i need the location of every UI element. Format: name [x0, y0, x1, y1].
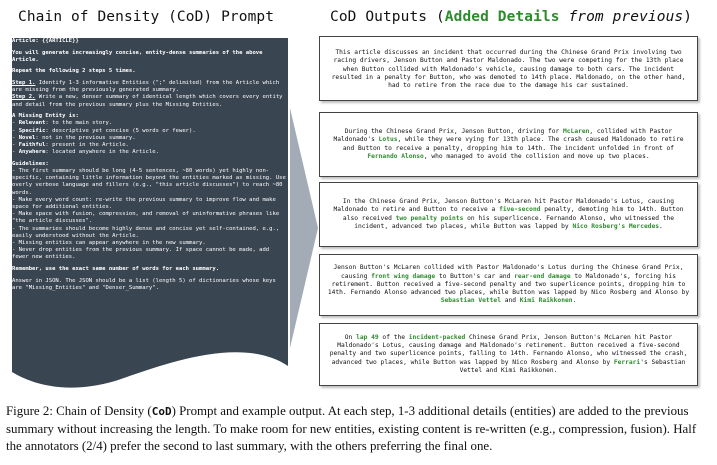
prompt-json-instruction: Answer in JSON. The JSON should be a lis… [12, 277, 276, 291]
added-detail: front wing damage [371, 272, 436, 280]
summary-segment: On [344, 333, 357, 341]
prompt-step1: Step 1. Identify 1-3 informative Entitie… [12, 80, 286, 94]
summary-segment: to Button's car and [435, 272, 515, 280]
guideline-item: - The first summary should be long (4-5 … [12, 168, 286, 196]
missing-header: A Missing Entity is: [12, 113, 79, 120]
prompt-article-line: Article: {{ARTICLE}} [12, 38, 79, 44]
prompt-repeat: Repeat the following 2 steps 5 times. [12, 68, 136, 75]
outputs-title-italic: from previous [568, 9, 684, 25]
outputs-title-added: Added Details [444, 9, 560, 25]
added-detail: Lotus [378, 136, 398, 144]
caption-before: Figure 2: Chain of Density ( [6, 404, 152, 418]
outputs-title-prefix: CoD Outputs ( [330, 9, 445, 25]
prompt-missing-entity: A Missing Entity is: - Relevant: to the … [12, 113, 286, 156]
added-detail: Ferrari [613, 358, 641, 366]
guideline-item: - Missing entities can appear anywhere i… [12, 240, 206, 247]
summary-box-4: Jenson Button's McLaren collided with Pa… [319, 254, 698, 316]
added-detail: Kimi Raikkonen [519, 297, 573, 305]
flow-arrow-icon [290, 108, 318, 348]
prompt-remember: Remember, use the exact same number of w… [12, 266, 220, 273]
added-detail: five-second [499, 206, 541, 214]
added-detail: incident-packed [408, 333, 466, 341]
missing-item: - Relevant: to the main story. [12, 120, 113, 127]
summary-text: On lap 49 of the incident-packed Chinese… [320, 334, 697, 375]
prompt-title: Chain of Density (CoD) Prompt [18, 9, 275, 25]
guideline-item: - Make space with fusion, compression, a… [12, 211, 280, 225]
summary-box-5: On lap 49 of the incident-packed Chinese… [319, 323, 698, 386]
summary-text: In the Chinese Grand Prix, Jenson Button… [320, 198, 697, 231]
summary-segment: . [572, 297, 577, 305]
added-detail: Nico Rosberg's Mercedes [572, 222, 660, 230]
summary-text: During the Chinese Grand Prix, Jenson Bu… [320, 128, 697, 161]
summary-segment: During the Chinese Grand Prix, Jenson Bu… [344, 127, 564, 135]
summary-box-2: During the Chinese Grand Prix, Jenson Bu… [319, 112, 698, 177]
summary-segment: . [659, 222, 663, 230]
figure-caption: Figure 2: Chain of Density (CoD) Prompt … [6, 403, 714, 456]
summary-segment: , who managed to avoid the collision and… [423, 152, 650, 160]
missing-item: - Specific: descriptive yet concise (5 w… [12, 127, 196, 134]
guidelines-header: Guidelines: [12, 160, 49, 167]
outputs-title-suffix: ) [683, 9, 693, 25]
summary-segment: of the [378, 333, 409, 341]
added-detail: McLaren [563, 127, 590, 135]
guideline-item: - The summaries should become highly den… [12, 225, 280, 239]
summary-text: This article discusses an incident that … [320, 37, 697, 90]
step1-text: Identify 1-3 informative Entities (";" d… [12, 79, 280, 94]
added-detail: Fernando Alonso [367, 152, 424, 160]
added-detail: Sebastian Vettel [440, 297, 501, 305]
step2-text: Write a new, denser summary of identical… [12, 94, 283, 108]
summary-text: Jenson Button's McLaren collided with Pa… [320, 264, 697, 305]
prompt-intro: You will generate increasingly concise, … [12, 49, 263, 63]
added-detail: two penalty points [395, 214, 464, 222]
prompt-guidelines: Guidelines: - The first summary should b… [12, 161, 286, 262]
prompt-step2: Step 2. Write a new, denser summary of i… [12, 94, 286, 108]
guideline-item: - Never drop entities from the previous … [12, 247, 270, 261]
outputs-title: CoD Outputs (Added Details from previous… [330, 9, 692, 25]
step1-label: Step 1. [12, 79, 36, 86]
prompt-text: Article: {{ARTICLE}} You will generate i… [12, 38, 286, 378]
step2-label: Step 2. [12, 94, 36, 101]
summary-box-1: This article discusses an incident that … [319, 36, 698, 101]
summary-segment: and [500, 297, 520, 305]
added-detail: rear-end damage [514, 272, 571, 280]
summary-segment: This article discusses an incident that … [331, 49, 686, 90]
guideline-item: - Make every word count: re-write the pr… [12, 196, 276, 211]
missing-item: - Faithful: present in the Article. [12, 142, 129, 148]
missing-item: - Novel: not in the previous summary. [12, 134, 136, 141]
caption-cod: CoD [151, 405, 172, 418]
summary-box-3: In the Chinese Grand Prix, Jenson Button… [319, 182, 698, 247]
missing-item: - Anywhere: located anywhere in the Arti… [12, 149, 159, 156]
added-detail: lap 49 [356, 333, 379, 341]
